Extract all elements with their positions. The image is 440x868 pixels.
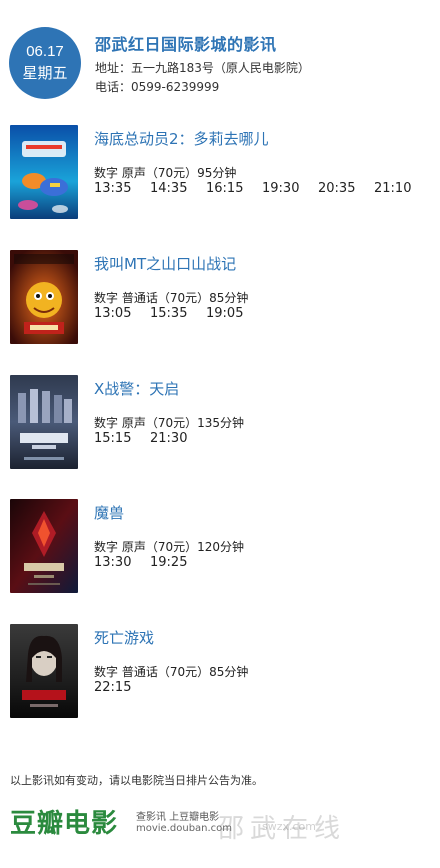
showtime[interactable]: 19:30 bbox=[262, 181, 318, 196]
movie-title[interactable]: 我叫MT之山口山战记 bbox=[94, 253, 236, 274]
movie-info: 数字 原声（70元）135分钟 bbox=[94, 416, 244, 430]
weekday-text: 星期五 bbox=[22, 64, 68, 82]
showtimes: 13:05 15:35 19:05 bbox=[94, 306, 262, 321]
movie-info: 数字 普通话（70元）85分钟 bbox=[94, 665, 249, 679]
douban-movie-logo[interactable]: 豆瓣电影 bbox=[10, 803, 118, 840]
movie-item[interactable]: 我叫MT之山口山战记 数字 普通话（70元）85分钟 13:05 15:35 19:… bbox=[10, 250, 430, 346]
schedule-notice: 以上影讯如有变动，请以电影院当日排片公告为准。 bbox=[10, 774, 263, 787]
showtime[interactable]: 21:10 bbox=[374, 181, 411, 196]
showtime[interactable]: 21:30 bbox=[150, 431, 206, 446]
movie-item[interactable]: 死亡游戏 数字 普通话（70元）85分钟 22:15 bbox=[10, 624, 430, 720]
showtime[interactable]: 19:25 bbox=[150, 555, 206, 570]
showtime[interactable]: 15:15 bbox=[94, 431, 150, 446]
showtime[interactable]: 13:35 bbox=[94, 181, 150, 196]
movie-item[interactable]: X战警：天启 数字 原声（70元）135分钟 15:15 21:30 bbox=[10, 375, 430, 471]
watermark-url: swzx.com bbox=[262, 820, 317, 833]
death-game-poster[interactable] bbox=[10, 624, 78, 718]
movie-item[interactable]: 魔兽 数字 原声（70元）120分钟 13:30 19:25 bbox=[10, 499, 430, 595]
movie-info: 数字 原声（70元）120分钟 bbox=[94, 540, 244, 554]
movie-item[interactable]: 海底总动员2：多莉去哪儿 数字 原声（70元）95分钟 13:35 14:35 16… bbox=[10, 125, 430, 221]
showtimes: 15:15 21:30 bbox=[94, 431, 206, 446]
cinema-title[interactable]: 邵武红日国际影城的影讯 bbox=[95, 31, 277, 55]
warcraft-poster[interactable] bbox=[10, 499, 78, 593]
date-text: 06.17 bbox=[26, 42, 64, 60]
movie-info: 数字 普通话（70元）85分钟 bbox=[94, 291, 249, 305]
mt-poster[interactable] bbox=[10, 250, 78, 344]
showtime[interactable]: 22:15 bbox=[94, 680, 150, 695]
movie-title[interactable]: 海底总动员2：多莉去哪儿 bbox=[94, 128, 269, 149]
showtimes: 13:30 19:25 bbox=[94, 555, 206, 570]
finding-dory-poster[interactable] bbox=[10, 125, 78, 219]
movie-title[interactable]: X战警：天启 bbox=[94, 378, 179, 399]
movie-info: 数字 原声（70元）95分钟 bbox=[94, 166, 237, 180]
movie-title[interactable]: 死亡游戏 bbox=[94, 627, 154, 648]
screening-page: 06.17 星期五 邵武红日国际影城的影讯 地址：五一九路183号（原人民电影院… bbox=[0, 0, 440, 868]
douban-tagline: 查影讯 上豆瓣电影 bbox=[136, 812, 220, 823]
showtime[interactable]: 15:35 bbox=[150, 306, 206, 321]
showtimes: 13:35 14:35 16:15 19:30 20:35 21:10 bbox=[94, 181, 411, 196]
showtime[interactable]: 13:05 bbox=[94, 306, 150, 321]
cinema-address: 地址：五一九路183号（原人民电影院） bbox=[95, 61, 310, 75]
showtime[interactable]: 14:35 bbox=[150, 181, 206, 196]
showtime[interactable]: 16:15 bbox=[206, 181, 262, 196]
cinema-phone[interactable]: 电话：0599-6239999 bbox=[95, 78, 219, 95]
showtimes: 22:15 bbox=[94, 680, 150, 695]
showtime[interactable]: 20:35 bbox=[318, 181, 374, 196]
date-badge: 06.17 星期五 bbox=[9, 27, 81, 99]
showtime[interactable]: 19:05 bbox=[206, 306, 262, 321]
x-men-poster[interactable] bbox=[10, 375, 78, 469]
showtime[interactable]: 13:30 bbox=[94, 555, 150, 570]
movie-title[interactable]: 魔兽 bbox=[94, 502, 124, 523]
